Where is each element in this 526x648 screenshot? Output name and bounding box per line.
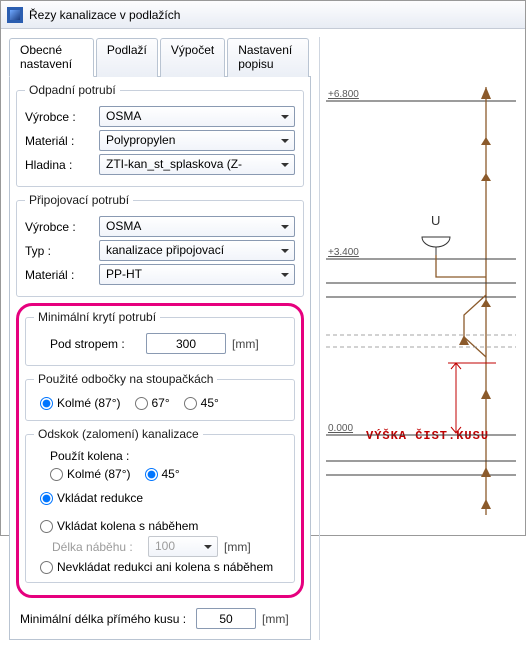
unit-min-straight: [mm] (262, 612, 289, 626)
radio-insert-none[interactable]: Nevkládat redukci ani kolena s náběhem (34, 560, 286, 574)
fieldset-cover: Minimální krytí potrubí Pod stropem : [m… (25, 310, 295, 366)
label-offset-sub: Použít kolena : (34, 449, 286, 463)
radio-knee-87[interactable]: Kolmé (87°) (50, 467, 131, 481)
fixture-label: U (431, 213, 440, 228)
select-waste-manufacturer[interactable]: OSMA (99, 106, 295, 127)
level-top: +6.800 (328, 89, 359, 100)
label-connect-manufacturer: Výrobce : (25, 220, 93, 234)
level-mid: +3.400 (328, 247, 359, 258)
label-waste-layer: Hladina : (25, 158, 93, 172)
input-min-straight[interactable] (196, 608, 256, 629)
input-under-ceiling[interactable] (146, 333, 226, 354)
label-waste-manufacturer: Výrobce : (25, 110, 93, 124)
label-under-ceiling: Pod stropem : (50, 337, 140, 351)
tab-floors[interactable]: Podlaží (96, 38, 158, 77)
tab-general[interactable]: Obecné nastavení (9, 38, 94, 77)
tab-desc-settings[interactable]: Nastavení popisu (227, 38, 309, 77)
legend-waste: Odpadní potrubí (25, 83, 120, 97)
radio-branch-67[interactable]: 67° (135, 396, 170, 410)
section-diagram: +6.800 U +3.400 (326, 37, 516, 517)
unit-runin: [mm] (224, 540, 251, 554)
select-connect-material[interactable]: PP-HT (99, 264, 295, 285)
select-runin: 100 (148, 536, 218, 557)
label-waste-material: Materiál : (25, 134, 93, 148)
highlight-region: Minimální krytí potrubí Pod stropem : [m… (16, 303, 304, 598)
preview-pane: +6.800 U +3.400 (319, 37, 509, 640)
radio-branch-45[interactable]: 45° (184, 396, 219, 410)
select-waste-layer[interactable]: ZTI-kan_st_splaskova (Z- (99, 154, 295, 175)
radio-knee-45[interactable]: 45° (145, 467, 180, 481)
tab-strip: Obecné nastavení Podlaží Výpočet Nastave… (9, 37, 311, 77)
fieldset-offset: Odskok (zalomení) kanalizace Použít kole… (25, 427, 295, 583)
unit-under-ceiling: [mm] (232, 337, 259, 351)
select-connect-manufacturer[interactable]: OSMA (99, 216, 295, 237)
legend-connect: Připojovací potrubí (25, 193, 133, 207)
fieldset-waste: Odpadní potrubí Výrobce : OSMA Materiál … (16, 83, 304, 187)
label-min-straight: Minimální délka přímého kusu : (20, 612, 190, 626)
fieldset-connect: Připojovací potrubí Výrobce : OSMA Typ :… (16, 193, 304, 297)
select-connect-type[interactable]: kanalizace připojovací (99, 240, 295, 261)
select-waste-material[interactable]: Polypropylen (99, 130, 295, 151)
radio-branch-87[interactable]: Kolmé (87°) (40, 396, 121, 410)
label-runin: Délka náběhu : (52, 540, 142, 554)
panel-general: Odpadní potrubí Výrobce : OSMA Materiál … (9, 77, 311, 640)
radio-insert-reducers[interactable]: Vkládat redukce (34, 491, 286, 505)
title-bar: Řezy kanalizace v podlažích (1, 1, 525, 29)
tab-calc[interactable]: Výpočet (160, 38, 225, 77)
label-connect-material: Materiál : (25, 268, 93, 282)
radio-insert-bends[interactable]: Vkládat kolena s náběhem (34, 519, 286, 533)
legend-branches: Použité odbočky na stoupačkách (34, 372, 217, 386)
window-title: Řezy kanalizace v podlažích (29, 8, 180, 22)
fieldset-branches: Použité odbočky na stoupačkách Kolmé (87… (25, 372, 295, 421)
label-connect-type: Typ : (25, 244, 93, 258)
legend-offset: Odskok (zalomení) kanalizace (34, 427, 203, 441)
legend-cover: Minimální krytí potrubí (34, 310, 160, 324)
level-ground: 0.000 (328, 423, 353, 434)
app-icon (7, 7, 23, 23)
